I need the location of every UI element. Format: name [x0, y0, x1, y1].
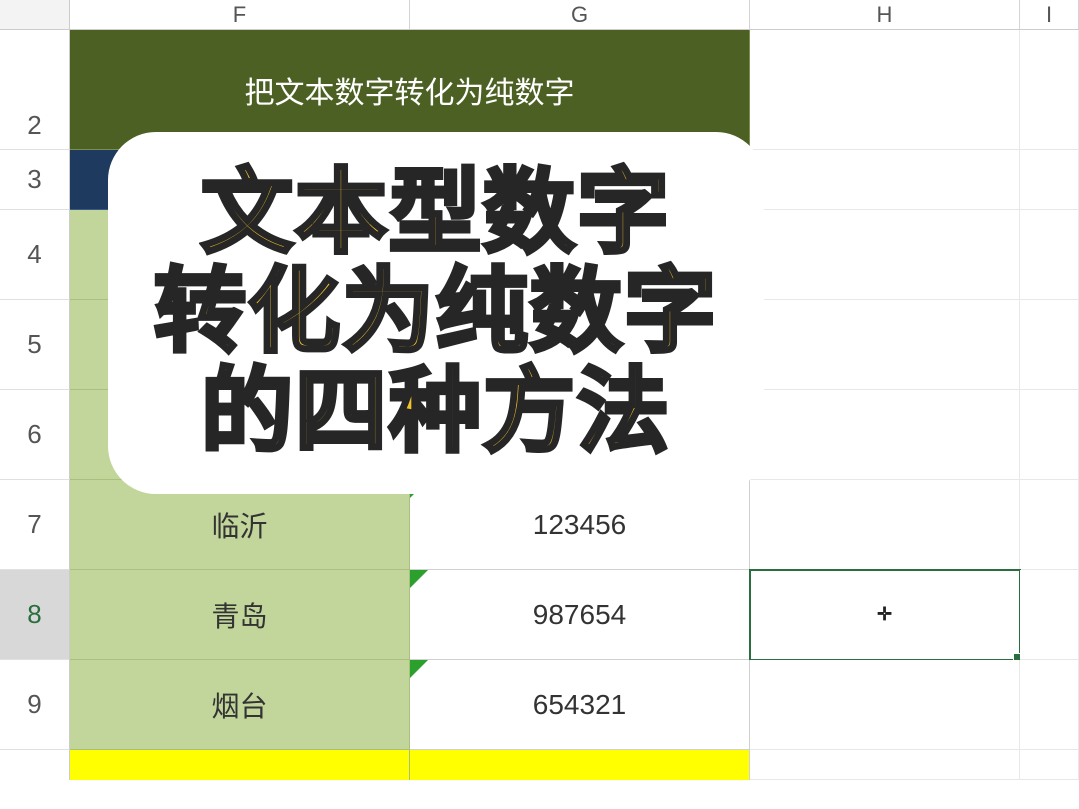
cell-I5[interactable]	[1020, 300, 1079, 390]
cell-F7[interactable]: 临沂	[70, 480, 410, 570]
cell-I4[interactable]	[1020, 210, 1079, 300]
row-header-10[interactable]	[0, 750, 70, 780]
cell-G5[interactable]	[410, 300, 750, 390]
cell-I8[interactable]	[1020, 570, 1079, 660]
row-header-8[interactable]: 8	[0, 570, 70, 660]
cell-H10[interactable]	[750, 750, 1020, 780]
cell-G6[interactable]	[410, 390, 750, 480]
cell-I6[interactable]	[1020, 390, 1079, 480]
column-header-H[interactable]: H	[750, 0, 1020, 29]
cell-F9[interactable]: 烟台	[70, 660, 410, 750]
row-header-3[interactable]: 3	[0, 150, 70, 210]
row-header-2[interactable]: 2	[0, 30, 70, 150]
row-header-6[interactable]: 6	[0, 390, 70, 480]
cell-I2[interactable]	[1020, 30, 1079, 150]
row-header-9[interactable]: 9	[0, 660, 70, 750]
cell-H8-selected[interactable]: ✛	[750, 570, 1020, 660]
row-header-4[interactable]: 4	[0, 210, 70, 300]
title-cell[interactable]: 把文本数字转化为纯数字	[70, 30, 750, 150]
cell-F5[interactable]	[70, 300, 410, 390]
grid-body: 2 把文本数字转化为纯数字 3 4 5 6	[0, 30, 1079, 780]
cell-I3[interactable]	[1020, 150, 1079, 210]
cell-H6[interactable]	[750, 390, 1020, 480]
row-8: 8 青岛 987654 ✛	[0, 570, 1079, 660]
row-6: 6	[0, 390, 1079, 480]
cell-G7[interactable]: 123456	[410, 480, 750, 570]
column-header-I[interactable]: I	[1020, 0, 1079, 29]
column-header-F[interactable]: F	[70, 0, 410, 29]
column-headers: F G H I	[0, 0, 1079, 30]
header-row-merged[interactable]	[70, 150, 750, 210]
cell-I9[interactable]	[1020, 660, 1079, 750]
spreadsheet: F G H I 2 把文本数字转化为纯数字 3 4 5	[0, 0, 1079, 809]
cell-I10[interactable]	[1020, 750, 1079, 780]
row-header-5[interactable]: 5	[0, 300, 70, 390]
row-header-7[interactable]: 7	[0, 480, 70, 570]
cell-F10[interactable]	[70, 750, 410, 780]
row-7: 7 临沂 123456	[0, 480, 1079, 570]
row-9: 9 烟台 654321	[0, 660, 1079, 750]
cell-H2[interactable]	[750, 30, 1020, 150]
cell-F6[interactable]	[70, 390, 410, 480]
cell-H5[interactable]	[750, 300, 1020, 390]
corner-cell[interactable]	[0, 0, 70, 29]
row-3: 3	[0, 150, 1079, 210]
row-4: 4	[0, 210, 1079, 300]
cell-G8[interactable]: 987654	[410, 570, 750, 660]
cell-G9[interactable]: 654321	[410, 660, 750, 750]
cell-H3[interactable]	[750, 150, 1020, 210]
cell-G4[interactable]	[410, 210, 750, 300]
column-header-G[interactable]: G	[410, 0, 750, 29]
cell-I7[interactable]	[1020, 480, 1079, 570]
cell-H4[interactable]	[750, 210, 1020, 300]
cell-F8[interactable]: 青岛	[70, 570, 410, 660]
row-5: 5	[0, 300, 1079, 390]
row-2: 2 把文本数字转化为纯数字	[0, 30, 1079, 150]
cell-G10[interactable]	[410, 750, 750, 780]
row-10	[0, 750, 1079, 780]
cell-H7[interactable]	[750, 480, 1020, 570]
cursor-icon: ✛	[877, 604, 892, 625]
cell-H9[interactable]	[750, 660, 1020, 750]
cell-F4[interactable]	[70, 210, 410, 300]
